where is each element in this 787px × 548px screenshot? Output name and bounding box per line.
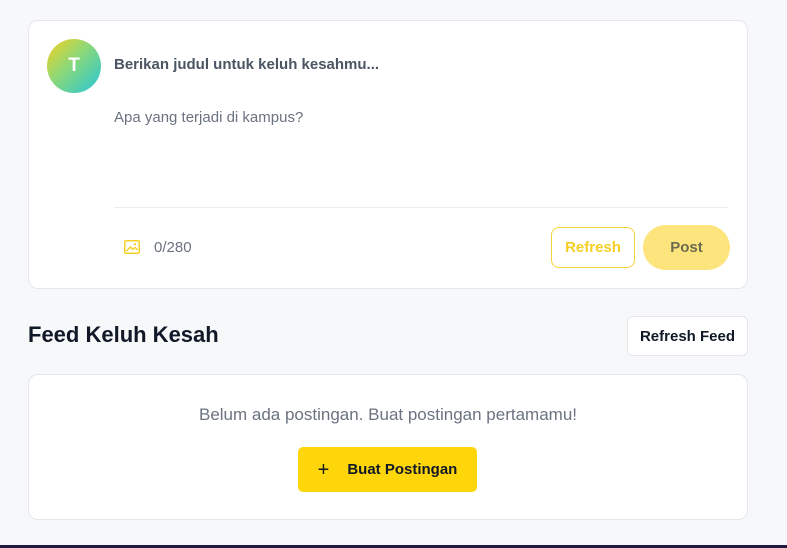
title-input[interactable] xyxy=(114,51,714,77)
avatar: T xyxy=(47,39,101,93)
refresh-feed-button[interactable]: Refresh Feed xyxy=(627,316,748,356)
body-textarea[interactable] xyxy=(114,109,726,199)
create-post-label: Buat Postingan xyxy=(347,461,458,478)
empty-feed-message: Belum ada postingan. Buat postingan pert… xyxy=(198,405,578,424)
plus-icon: + xyxy=(317,458,330,481)
avatar-initial: T xyxy=(68,55,80,76)
post-button[interactable]: Post xyxy=(643,225,730,270)
refresh-button[interactable]: Refresh xyxy=(551,227,635,268)
image-icon[interactable] xyxy=(123,239,141,255)
char-counter: 0/280 xyxy=(154,239,192,256)
empty-feed-card: Belum ada postingan. Buat postingan pert… xyxy=(28,374,748,520)
feed-title: Feed Keluh Kesah xyxy=(28,322,219,347)
post-composer: T 0/280 Refresh Post xyxy=(28,20,748,289)
composer-divider xyxy=(114,207,728,208)
create-post-button[interactable]: + Buat Postingan xyxy=(298,447,477,492)
